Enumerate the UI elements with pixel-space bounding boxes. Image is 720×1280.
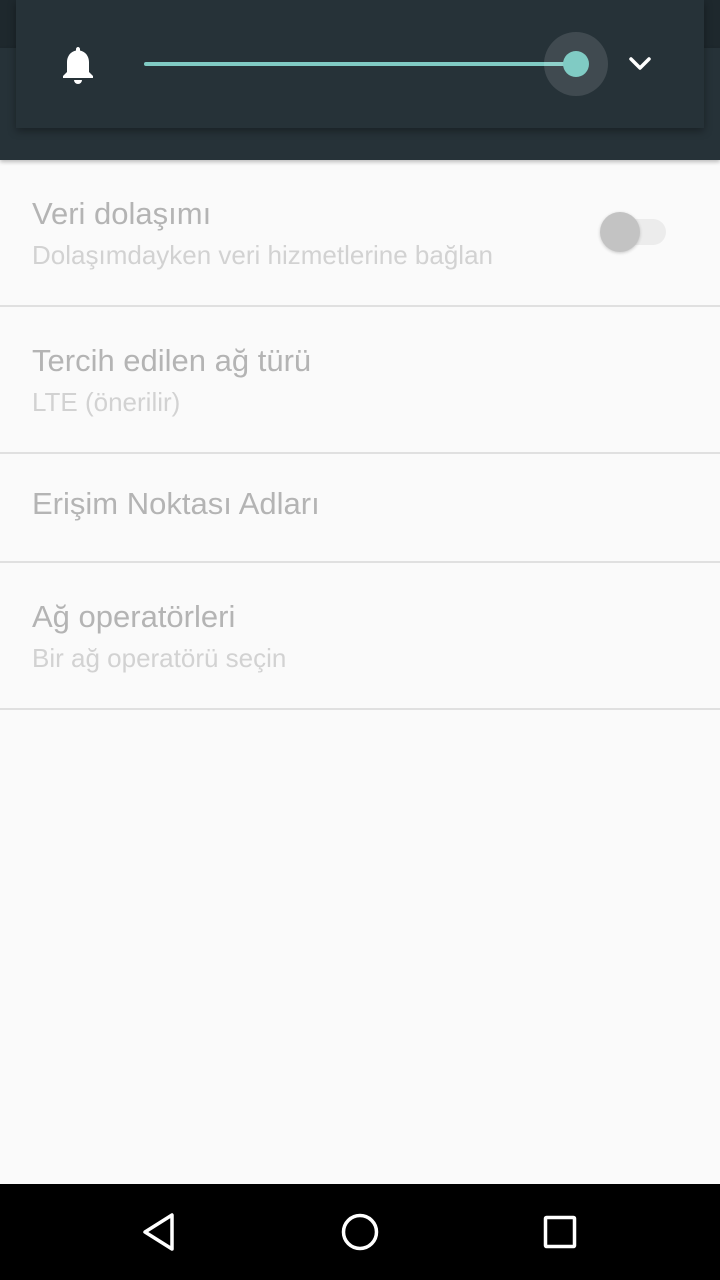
- setting-summary: Bir ağ operatörü seçin: [32, 643, 287, 673]
- chevron-down-icon[interactable]: [624, 50, 656, 78]
- setting-summary: Dolaşımdayken veri hizmetlerine bağlan: [32, 240, 494, 270]
- setting-title: Ağ operatörleri: [32, 599, 236, 634]
- recents-icon[interactable]: [536, 1208, 584, 1256]
- toggle-thumb: [600, 212, 640, 252]
- setting-title: Erişim Noktası Adları: [32, 486, 320, 521]
- volume-panel: [16, 0, 704, 128]
- data-roaming-toggle[interactable]: [600, 212, 668, 252]
- volume-slider-thumb[interactable]: [563, 51, 589, 77]
- home-icon[interactable]: [336, 1208, 384, 1256]
- bell-icon[interactable]: [60, 44, 96, 86]
- back-icon[interactable]: [136, 1208, 184, 1256]
- screen: Veri dolaşımı Dolaşımdayken veri hizmetl…: [0, 0, 720, 1280]
- setting-network-operators[interactable]: Ağ operatörleri Bir ağ operatörü seçin: [0, 563, 720, 710]
- volume-slider-track[interactable]: [144, 62, 576, 66]
- setting-data-roaming[interactable]: Veri dolaşımı Dolaşımdayken veri hizmetl…: [0, 160, 720, 307]
- setting-title: Tercih edilen ağ türü: [32, 343, 312, 378]
- setting-title: Veri dolaşımı: [32, 196, 212, 231]
- setting-summary: LTE (önerilir): [32, 387, 181, 417]
- setting-preferred-network-type[interactable]: Tercih edilen ağ türü LTE (önerilir): [0, 307, 720, 454]
- navigation-bar: [0, 1184, 720, 1280]
- setting-access-point-names[interactable]: Erişim Noktası Adları: [0, 454, 720, 563]
- settings-list: Veri dolaşımı Dolaşımdayken veri hizmetl…: [0, 160, 720, 710]
